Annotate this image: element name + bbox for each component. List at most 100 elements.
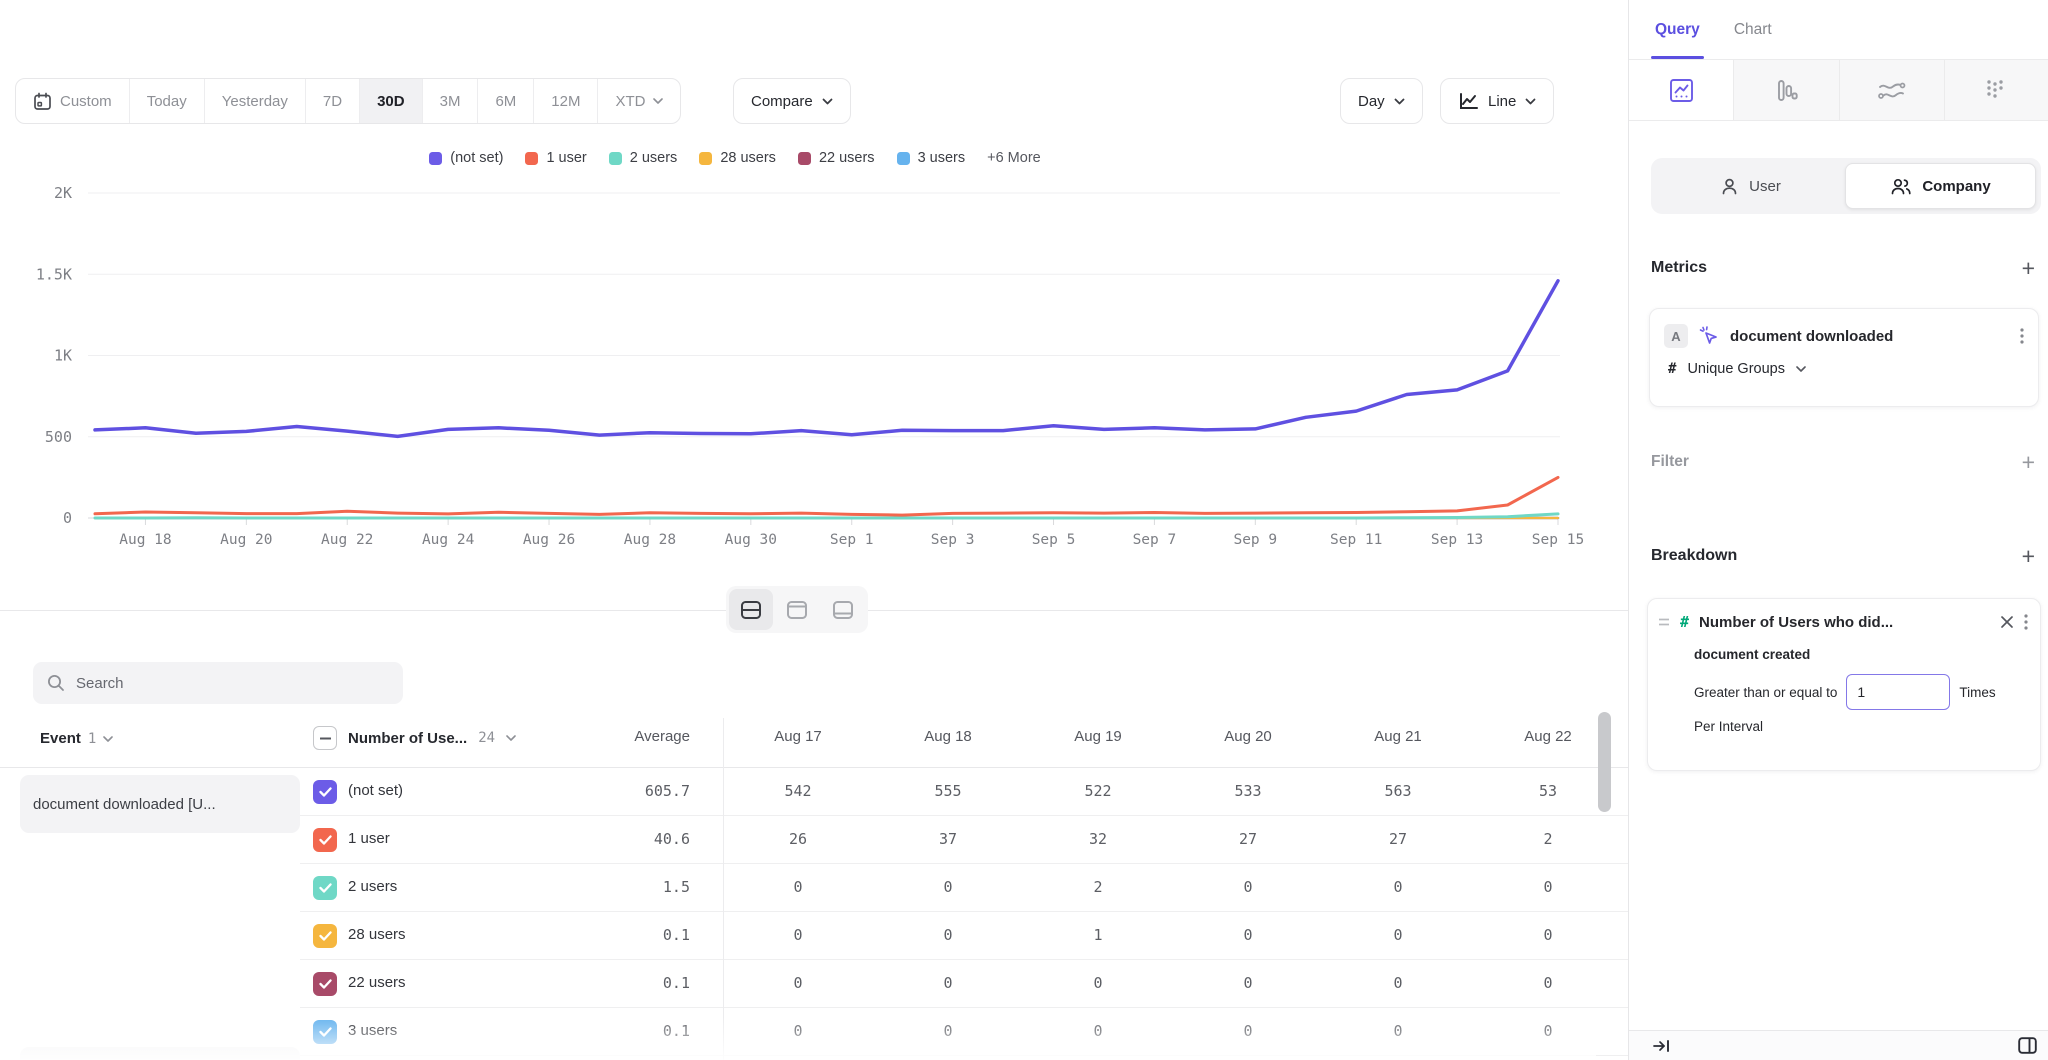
bar-chart-type-button[interactable] (1734, 60, 1839, 120)
chart-type-row (1629, 59, 2048, 121)
chart-only-view-icon (786, 600, 808, 620)
table-only-view-button[interactable] (821, 589, 865, 630)
more-charts-grid-type-button[interactable] (1945, 60, 2048, 120)
cell-value: 533 (1173, 782, 1323, 800)
tab-chart[interactable]: Chart (1734, 0, 1772, 59)
layout-toggle-group (726, 586, 868, 633)
legend-item[interactable]: 3 users (897, 150, 966, 166)
condition-suffix: Times (1959, 685, 1995, 700)
select-all-checkbox[interactable] (313, 726, 337, 750)
company-icon (1890, 177, 1912, 196)
tab-query[interactable]: Query (1655, 0, 1700, 59)
range-12m[interactable]: 12M (534, 79, 598, 123)
legend-item[interactable]: 1 user (525, 150, 586, 166)
legend-item[interactable]: 2 users (609, 150, 678, 166)
compare-button[interactable]: Compare (733, 78, 851, 124)
split-view-button[interactable] (729, 589, 773, 630)
cell-value: 27 (1173, 830, 1323, 848)
app-root: CustomTodayYesterday7D30D3M6M12MXTD Comp… (0, 0, 2048, 1060)
table-row[interactable]: (not set)605.754255552253356353 (300, 768, 1628, 816)
column-header-date[interactable]: Aug 19 (1023, 728, 1173, 745)
range-xtd[interactable]: XTD (598, 79, 680, 123)
row-checkbox[interactable] (313, 1020, 337, 1044)
column-header-date[interactable]: Aug 18 (873, 728, 1023, 745)
table-row[interactable]: 3 users0.1000000 (300, 1008, 1628, 1056)
drag-handle-icon[interactable] (1658, 617, 1670, 627)
breakdown-title: Number of Users who did... (1699, 614, 1990, 631)
metric-event-name: document downloaded (1730, 328, 2010, 345)
range-7d[interactable]: 7D (306, 79, 360, 123)
cell-average: 0.1 (530, 974, 690, 992)
line-chart[interactable]: 05001K1.5K2KAug 18Aug 20Aug 22Aug 24Aug … (0, 180, 1628, 565)
kebab-menu-icon[interactable] (2024, 614, 2028, 630)
metric-card[interactable]: A document downloaded # Unique Groups (1649, 308, 2039, 407)
flow-chart-icon (1877, 78, 1906, 103)
row-checkbox[interactable] (313, 972, 337, 996)
interval-button[interactable]: Day (1340, 78, 1423, 124)
search-input[interactable] (76, 675, 376, 692)
range-3m[interactable]: 3M (423, 79, 479, 123)
check-icon (319, 931, 332, 941)
side-panel-icon[interactable] (2018, 1037, 2037, 1054)
column-header-date[interactable]: Aug 21 (1323, 728, 1473, 745)
row-checkbox[interactable] (313, 828, 337, 852)
toggle-user[interactable]: User (1656, 163, 1845, 209)
range-30d[interactable]: 30D (360, 79, 423, 123)
legend-item[interactable]: 22 users (798, 150, 875, 166)
main-area: CustomTodayYesterday7D30D3M6M12MXTD Comp… (0, 0, 1628, 1060)
chart-only-view-button[interactable] (775, 589, 819, 630)
legend-swatch (897, 152, 910, 165)
svg-text:Aug 24: Aug 24 (422, 532, 475, 548)
svg-text:Sep 1: Sep 1 (830, 532, 874, 548)
legend-more-button[interactable]: +6 More (987, 150, 1041, 166)
collapse-panel-icon[interactable] (1653, 1039, 1670, 1053)
svg-text:Aug 20: Aug 20 (220, 532, 272, 548)
cell-value: 563 (1323, 782, 1473, 800)
toggle-company[interactable]: Company (1845, 163, 2036, 209)
legend-item[interactable]: (not set) (429, 150, 503, 166)
add-filter-button[interactable]: + (2022, 452, 2041, 472)
flow-chart-type-button[interactable] (1840, 60, 1945, 120)
breakdown-card[interactable]: # Number of Users who did... document cr… (1647, 598, 2041, 771)
chart-style-label: Line (1488, 93, 1516, 110)
add-metric-button[interactable]: + (2022, 258, 2041, 278)
column-header-date[interactable]: Aug 17 (723, 728, 873, 745)
event-list-item[interactable] (20, 1047, 300, 1060)
table-scrollbar[interactable] (1598, 712, 1611, 812)
indeterminate-dash-icon (320, 737, 331, 740)
times-input[interactable] (1846, 674, 1950, 710)
chevron-down-icon (103, 736, 113, 742)
table-row[interactable]: 1 user40.626373227272 (300, 816, 1628, 864)
event-column-header[interactable]: Event 1 (40, 730, 113, 747)
chart-style-button[interactable]: Line (1440, 78, 1554, 124)
range-today[interactable]: Today (130, 79, 205, 123)
row-checkbox[interactable] (313, 924, 337, 948)
kebab-menu-icon[interactable] (2020, 328, 2024, 344)
event-list-item[interactable]: document downloaded [U... (20, 775, 300, 833)
row-checkbox[interactable] (313, 876, 337, 900)
search-box[interactable] (33, 662, 403, 704)
line-chart-type-button[interactable] (1629, 60, 1734, 120)
range-yesterday[interactable]: Yesterday (205, 79, 306, 123)
cell-value: 32 (1023, 830, 1173, 848)
column-header-date[interactable]: Aug 20 (1173, 728, 1323, 745)
table-row[interactable]: 22 users0.1000000 (300, 960, 1628, 1008)
table-row[interactable]: 2 users1.5002000 (300, 864, 1628, 912)
event-header-label: Event (40, 730, 81, 747)
split-view-icon (740, 600, 762, 620)
close-icon[interactable] (2000, 615, 2014, 629)
add-breakdown-button[interactable]: + (2022, 546, 2041, 566)
legend-item[interactable]: 28 users (699, 150, 776, 166)
range-6m[interactable]: 6M (478, 79, 534, 123)
table-header-border (0, 767, 1628, 768)
table-row[interactable]: 28 users0.1001000 (300, 912, 1628, 960)
measure-selector[interactable]: # Unique Groups (1668, 361, 2024, 377)
check-icon (319, 883, 332, 893)
event-item-label: document downloaded [U... (33, 796, 216, 813)
range-custom[interactable]: Custom (16, 79, 130, 123)
row-checkbox[interactable] (313, 780, 337, 804)
chevron-down-icon (653, 98, 663, 104)
cell-value: 0 (723, 974, 873, 992)
cell-value: 542 (723, 782, 873, 800)
column-header-average[interactable]: Average (530, 728, 690, 745)
